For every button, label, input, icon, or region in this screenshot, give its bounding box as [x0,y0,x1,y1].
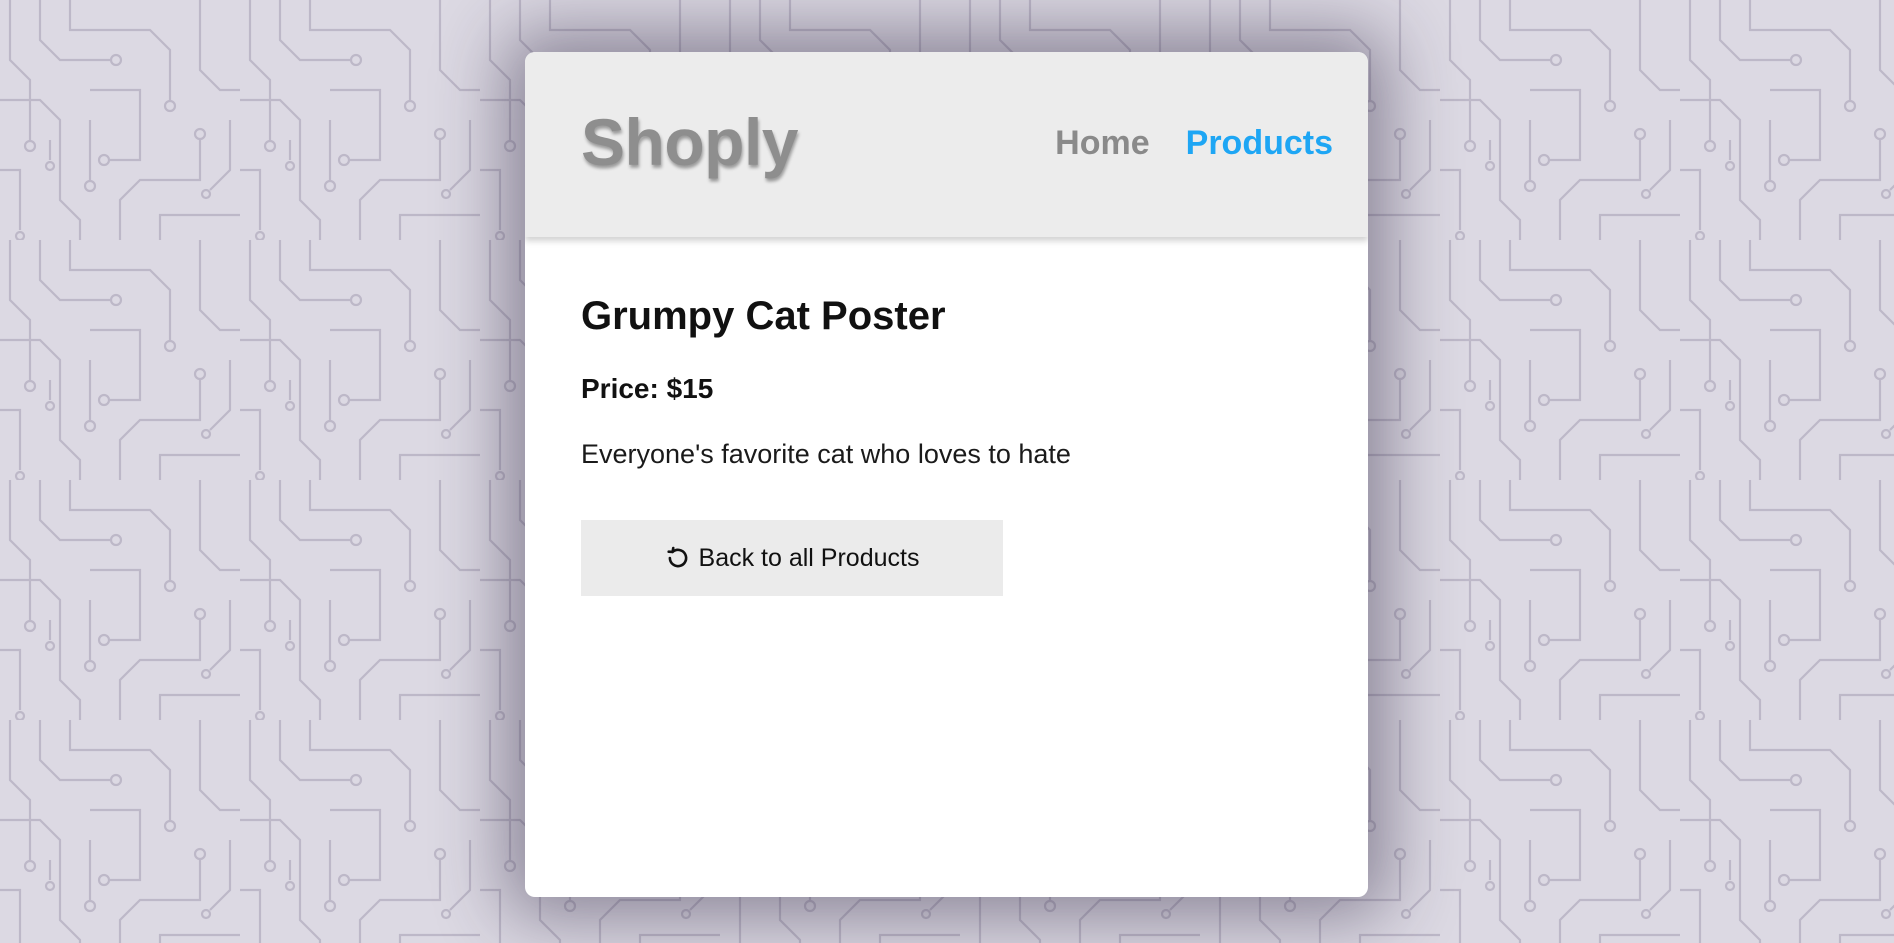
nav-link-home[interactable]: Home [1055,124,1149,163]
main-nav: Home Products [1055,124,1333,163]
site-header: Shoply Home Products [525,52,1368,237]
product-title: Grumpy Cat Poster [581,294,946,338]
site-logo[interactable]: Shoply [581,104,799,180]
product-price: Price: $15 [581,373,714,404]
nav-link-products[interactable]: Products [1186,124,1333,163]
back-to-products-button[interactable]: Back to all Products [581,520,1003,596]
back-button-label: Back to all Products [698,543,920,572]
undo-icon [665,545,691,571]
product-detail: Grumpy Cat Poster Price: $15 Everyone's … [525,237,1368,596]
product-description: Everyone's favorite cat who loves to hat… [581,439,1071,469]
product-card: Shoply Home Products Grumpy Cat Poster P… [525,52,1368,897]
